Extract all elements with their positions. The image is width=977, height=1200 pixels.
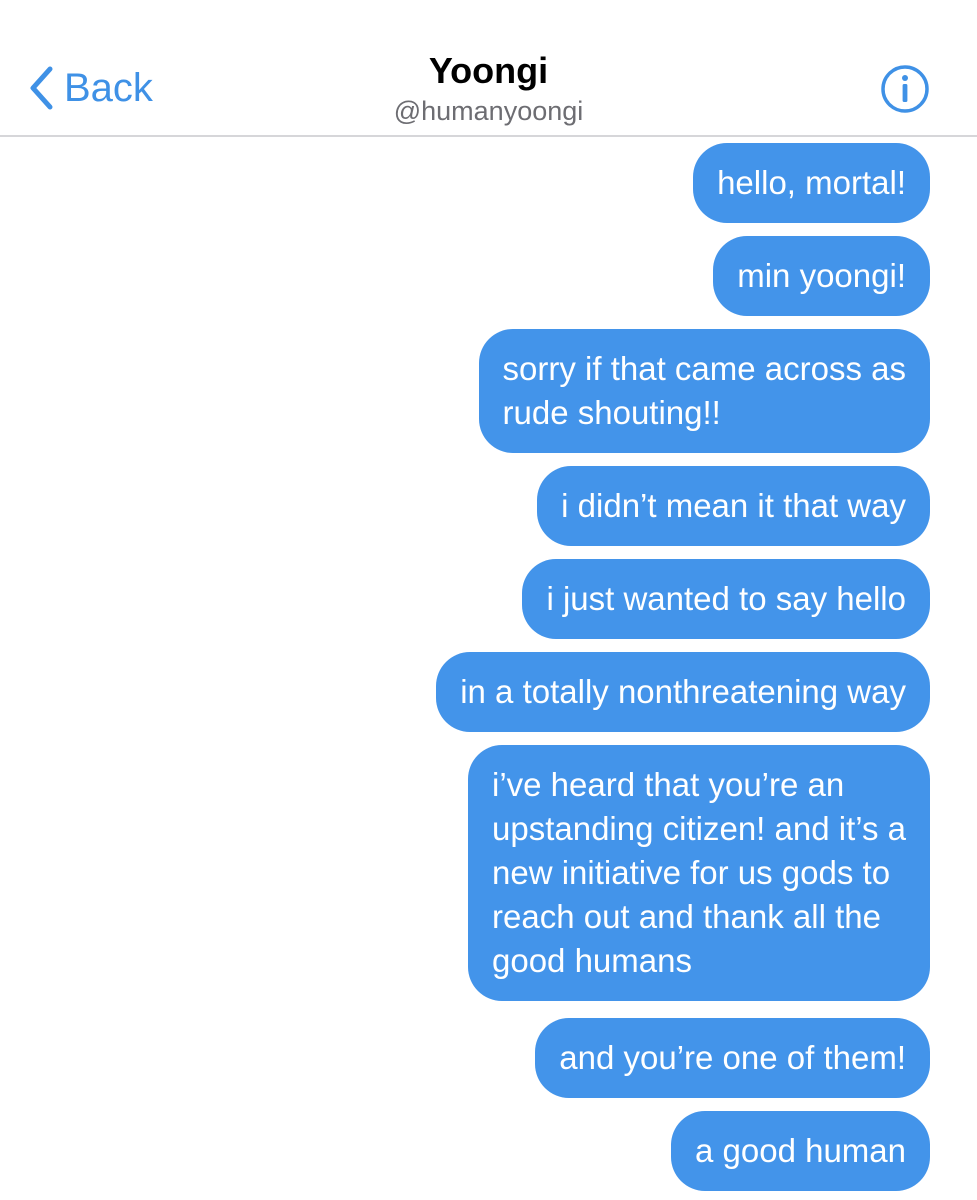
- message-thread: hello, mortal! min yoongi! sorry if that…: [0, 0, 977, 1200]
- message-bubble[interactable]: sorry if that came across as rude shouti…: [478, 329, 930, 453]
- conversation-header: Back Yoongi @humanyoongi: [0, 0, 977, 137]
- message-bubble[interactable]: a good human: [670, 1111, 930, 1191]
- message-bubble[interactable]: i didn’t mean it that way: [537, 466, 930, 546]
- info-icon: [880, 64, 930, 114]
- contact-info: Yoongi @humanyoongi: [0, 50, 977, 128]
- message-bubble[interactable]: and you’re one of them!: [535, 1018, 930, 1098]
- message-bubble[interactable]: i just wanted to say hello: [522, 559, 930, 639]
- message-bubble[interactable]: i’ve heard that you’re an upstanding cit…: [468, 745, 930, 1001]
- message-bubble[interactable]: hello, mortal!: [693, 143, 930, 223]
- message-bubble[interactable]: in a totally nonthreatening way: [436, 652, 930, 732]
- contact-name: Yoongi: [428, 50, 549, 91]
- contact-handle: @humanyoongi: [393, 96, 584, 126]
- message-bubble[interactable]: min yoongi!: [713, 236, 930, 316]
- info-button[interactable]: [880, 64, 930, 114]
